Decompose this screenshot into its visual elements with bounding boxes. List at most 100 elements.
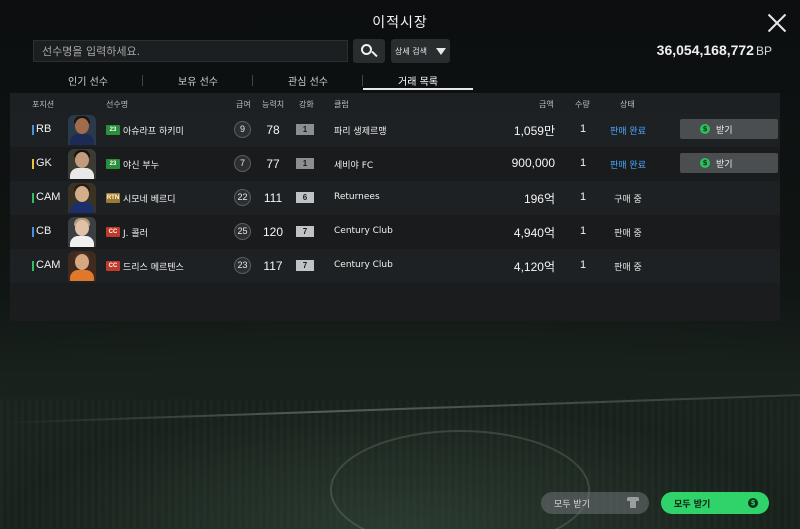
position-color-bar — [32, 261, 34, 271]
bp-amount: 36,054,168,772 — [656, 42, 754, 58]
col-name: 선수명 — [106, 100, 129, 109]
club-name: Returnees — [334, 192, 380, 202]
overall-rating: 78 — [266, 123, 280, 137]
season-badge: RTN — [106, 193, 120, 203]
price: 4,120억 — [513, 260, 555, 274]
receive-label: 받기 — [716, 160, 733, 170]
price: 196억 — [523, 192, 555, 206]
tab-watchlist[interactable]: 관심 선수 — [253, 70, 363, 90]
trade-status: 판매 완료 — [610, 161, 646, 171]
club-name: Century Club — [334, 260, 393, 270]
overall-rating: 120 — [262, 225, 284, 239]
player-portrait — [68, 149, 96, 179]
coin-icon: $ — [700, 158, 710, 168]
coin-icon: $ — [700, 124, 710, 134]
season-badge: 23 — [106, 125, 120, 135]
receive-label: 받기 — [716, 126, 733, 136]
player-name: 아슈라프 하키미 — [123, 127, 184, 137]
position: GK — [36, 157, 52, 169]
position-color-bar — [32, 227, 34, 237]
player-name: 시모네 베르디 — [123, 195, 176, 205]
trade-status: 판매 중 — [614, 229, 642, 239]
receive-button[interactable]: $ 받기 — [680, 153, 778, 173]
upgrade-level: 7 — [296, 226, 314, 237]
bp-balance: 36,054,168,772 BP — [657, 42, 772, 58]
window-title: 이적시장 — [372, 15, 428, 31]
club-name: 파리 생제르맹 — [334, 127, 387, 137]
salary-badge: 25 — [234, 223, 251, 240]
quantity: 1 — [579, 259, 587, 271]
quantity: 1 — [579, 123, 587, 135]
overall-rating: 117 — [263, 259, 283, 273]
table-row[interactable]: CB CC J. 콜러 25 120 7 Century Club 4,940억… — [10, 215, 780, 249]
season-badge: CC — [106, 261, 120, 271]
position: RB — [36, 123, 52, 135]
col-ovr: 능력치 — [262, 100, 285, 109]
player-name: J. 콜러 — [123, 229, 148, 239]
position: CAM — [36, 191, 61, 203]
season-badge: 23 — [106, 159, 120, 169]
position-color-bar — [32, 159, 34, 169]
salary-badge: 9 — [234, 121, 251, 138]
club-name: Century Club — [334, 226, 393, 236]
transfer-market-panel: 이적시장 상세 검색 36,054,168,772BP 인기 선수 보유 선수 … — [10, 8, 790, 520]
trade-status: 판매 완료 — [610, 127, 646, 137]
col-salary: 급여 — [236, 100, 251, 109]
col-status: 상태 — [620, 100, 635, 109]
position-color-bar — [32, 193, 34, 203]
receive-all-disabled-label: 모두 받기 — [554, 500, 590, 510]
col-position: 포지션 — [32, 100, 55, 109]
trade-list: RB 23 아슈라프 하키미 9 78 1 파리 생제르맹 1,059만 1 판… — [10, 113, 780, 321]
trade-status: 구매 중 — [614, 195, 642, 205]
col-price: 금액 — [539, 100, 554, 109]
table-row[interactable]: GK 23 야신 부누 7 77 1 세비야 FC 900,000 1 판매 완… — [10, 147, 780, 181]
player-name: 야신 부누 — [123, 161, 159, 171]
position: CAM — [36, 259, 61, 271]
receive-button[interactable]: $ 받기 — [680, 119, 778, 139]
trade-status: 판매 중 — [614, 263, 642, 273]
salary-badge: 22 — [234, 189, 251, 206]
table-row[interactable]: CAM CC 드리스 메르텐스 23 117 7 Century Club 4,… — [10, 249, 780, 283]
quantity: 1 — [579, 225, 587, 237]
col-qty: 수량 — [575, 100, 590, 109]
close-icon[interactable] — [766, 12, 788, 34]
position: CB — [36, 225, 52, 237]
salary-badge: 23 — [234, 257, 251, 274]
bp-unit: BP — [755, 44, 772, 58]
table-row[interactable]: RB 23 아슈라프 하키미 9 78 1 파리 생제르맹 1,059만 1 판… — [10, 113, 780, 147]
price: 1,059만 — [513, 124, 555, 138]
price: 4,940억 — [513, 226, 555, 240]
receive-all-disabled-button[interactable]: 모두 받기 — [541, 492, 649, 514]
overall-rating: 77 — [266, 157, 280, 171]
tab-popular-players[interactable]: 인기 선수 — [33, 70, 143, 90]
tab-bar: 인기 선수 보유 선수 관심 선수 거래 목록 — [33, 70, 473, 90]
receive-all-label: 모두 받기 — [674, 500, 711, 510]
tab-owned-players[interactable]: 보유 선수 — [143, 70, 253, 90]
title-bar: 이적시장 — [10, 8, 790, 36]
quantity: 1 — [579, 157, 587, 169]
player-name: 드리스 메르텐스 — [123, 263, 184, 273]
col-club: 클럽 — [334, 100, 349, 109]
club-name: 세비야 FC — [334, 161, 374, 171]
salary-badge: 7 — [234, 155, 251, 172]
detail-search-label: 상세 검색 — [395, 47, 427, 56]
receive-all-button[interactable]: 모두 받기 $ — [661, 492, 769, 514]
player-portrait — [68, 115, 96, 145]
search-button[interactable] — [353, 39, 385, 63]
position-color-bar — [32, 125, 34, 135]
upgrade-level: 7 — [296, 260, 314, 271]
price: 900,000 — [511, 156, 555, 170]
shirt-icon — [627, 497, 639, 509]
upgrade-level: 6 — [296, 192, 314, 203]
quantity: 1 — [579, 191, 587, 203]
tab-trade-list[interactable]: 거래 목록 — [363, 70, 473, 90]
search-input[interactable] — [33, 40, 348, 62]
detail-search-dropdown[interactable]: 상세 검색 — [391, 39, 450, 63]
upgrade-level: 1 — [296, 124, 314, 135]
player-portrait — [68, 183, 96, 213]
table-row[interactable]: CAM RTN 시모네 베르디 22 111 6 Returnees 196억 … — [10, 181, 780, 215]
overall-rating: 111 — [263, 191, 283, 205]
chevron-down-icon — [436, 48, 446, 55]
table-header: 포지션 선수명 급여 능력치 강화 클럽 금액 수량 상태 — [10, 93, 780, 113]
col-grade: 강화 — [299, 100, 314, 109]
